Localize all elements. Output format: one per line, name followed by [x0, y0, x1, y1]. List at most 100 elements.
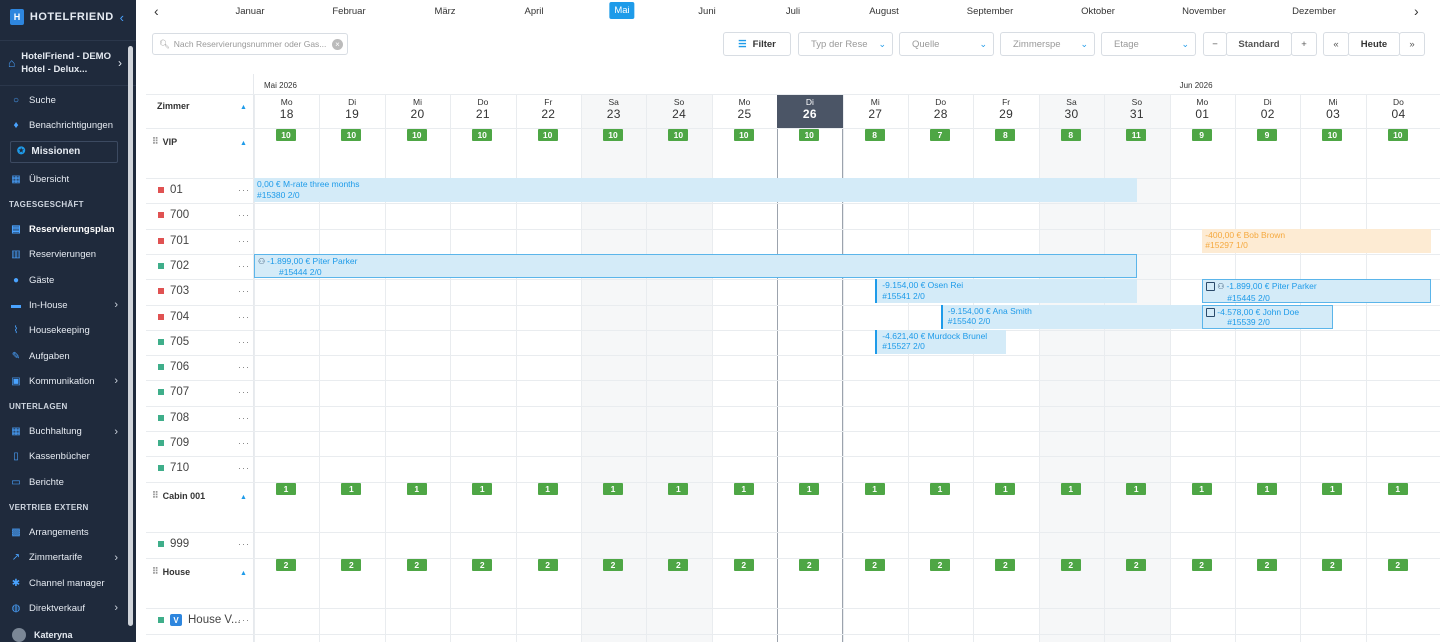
more-options-icon[interactable]: ···	[238, 261, 250, 271]
more-options-icon[interactable]: ···	[238, 615, 250, 625]
month-januar[interactable]: Januar	[235, 6, 264, 17]
month-juli[interactable]: Juli	[786, 6, 800, 17]
search-input[interactable]: 🔍︎ Nach Reservierungsnummer oder Gas... …	[152, 33, 348, 55]
reservation-bar[interactable]: -400,00 € Bob Brown #15297 1/0	[1202, 228, 1432, 253]
source-select[interactable]: Quelle ⌄	[899, 32, 994, 56]
sidebar-item-buchhaltung[interactable]: ▦ Buchhaltung ›	[0, 419, 124, 444]
prev-period-button[interactable]: «	[1323, 32, 1349, 56]
floor-select[interactable]: Etage ⌄	[1101, 32, 1196, 56]
availability-badge: 1	[406, 483, 427, 495]
room-row-label[interactable]: 01 ···	[158, 184, 250, 196]
sidebar-item-aufgaben[interactable]: ✎ Aufgaben	[0, 343, 124, 368]
month-august[interactable]: August	[869, 6, 899, 17]
sidebar-item-zimmertarife[interactable]: ↗ Zimmertarife ›	[0, 545, 124, 570]
room-group-cabin-001[interactable]: ⠿ Cabin 001	[152, 490, 205, 501]
reservation-type-select[interactable]: Typ der Rese ⌄	[798, 32, 893, 56]
month-februar[interactable]: Februar	[332, 6, 365, 17]
sidebar-item-inhouse[interactable]: ▬ In-House ›	[0, 293, 124, 318]
room-row-label[interactable]: 706 ···	[158, 361, 250, 373]
more-options-icon[interactable]: ···	[238, 286, 250, 296]
reservation-bar[interactable]: ⚇ -1.899,00 € Piter Parker #15445 2/0	[1202, 279, 1432, 304]
row-divider	[146, 456, 1440, 458]
sidebar-item-uebersicht[interactable]: ▦ Übersicht	[0, 167, 124, 192]
brand[interactable]: H HOTELFRIEND ‹	[0, 0, 136, 34]
zoom-in-button[interactable]: +	[1291, 32, 1317, 56]
drag-handle-icon[interactable]: ⠿	[152, 566, 159, 577]
day-number: 01	[1195, 107, 1210, 121]
collapse-caret-icon[interactable]: ▲	[240, 494, 247, 501]
sidebar-item-reservierungen[interactable]: ▥ Reservierungen	[0, 242, 124, 267]
next-period-button[interactable]: »	[1399, 32, 1425, 56]
today-button[interactable]: Heute	[1348, 32, 1400, 56]
reservation-bar[interactable]: -4.578,00 € John Doe #15539 2/0	[1202, 304, 1334, 329]
room-row-label[interactable]: 705 ···	[158, 336, 250, 348]
more-options-icon[interactable]: ···	[238, 387, 250, 397]
sidebar-item-housekeeping[interactable]: ⌇ Housekeeping	[0, 318, 124, 343]
room-features-select[interactable]: Zimmerspe ⌄	[1000, 32, 1095, 56]
more-options-icon[interactable]: ···	[238, 362, 250, 372]
prev-month-icon[interactable]: ‹	[154, 3, 159, 19]
more-options-icon[interactable]: ···	[238, 413, 250, 423]
sidebar-item-arrangements[interactable]: ▩ Arrangements	[0, 520, 124, 545]
sidebar-item-direktverkauf[interactable]: ◍ Direktverkauf ›	[0, 596, 124, 621]
drag-handle-icon[interactable]: ⠿	[152, 136, 159, 147]
sidebar-item-kommunikation[interactable]: ▣ Kommunikation ›	[0, 369, 124, 394]
hotel-switcher[interactable]: ⌂ HotelFriend - DEMO Hotel - Delux... ›	[0, 40, 136, 86]
clear-icon[interactable]: ×	[332, 38, 343, 50]
room-row-label[interactable]: 999 ···	[158, 538, 250, 550]
collapse-caret-icon[interactable]: ▲	[240, 570, 247, 577]
next-month-icon[interactable]: ›	[1414, 3, 1419, 19]
more-options-icon[interactable]: ···	[238, 463, 250, 473]
drag-handle-icon[interactable]: ⠿	[152, 490, 159, 501]
sidebar-item-kassenbuecher[interactable]: ▯ Kassenbücher	[0, 444, 124, 469]
month-september[interactable]: September	[967, 6, 1013, 17]
room-row-label[interactable]: V House V... ···	[158, 614, 250, 626]
missionen-button[interactable]: ✪ Missionen	[10, 140, 118, 163]
room-row-label[interactable]: 708 ···	[158, 412, 250, 424]
month-dezember[interactable]: Dezember	[1292, 6, 1336, 17]
room-row-label[interactable]: 702 ···	[158, 260, 250, 272]
collapse-sidebar-icon[interactable]: ‹	[120, 10, 124, 25]
room-group-house[interactable]: ⠿ House	[152, 566, 190, 577]
month-november[interactable]: November	[1182, 6, 1226, 17]
sidebar-item-suche[interactable]: ○ Suche	[0, 88, 124, 113]
more-options-icon[interactable]: ···	[238, 236, 250, 246]
day-number: 21	[475, 107, 490, 121]
room-row-label[interactable]: 707 ···	[158, 386, 250, 398]
room-row-label[interactable]: 704 ···	[158, 311, 250, 323]
sidebar-item-benachrichtigungen[interactable]: ♦ Benachrichtigungen	[0, 113, 124, 138]
more-options-icon[interactable]: ···	[238, 337, 250, 347]
room-group-vip[interactable]: ⠿ VIP	[152, 136, 177, 147]
room-row-label[interactable]: 710 ···	[158, 462, 250, 474]
month-juni[interactable]: Juni	[698, 6, 715, 17]
room-row-label[interactable]: 703 ···	[158, 285, 250, 297]
reservation-bar[interactable]: -9.154,00 € Ana Smith #15540 2/0	[940, 304, 1203, 329]
sidebar-item-reservierungsplan[interactable]: ▤ Reservierungsplan	[0, 217, 124, 242]
reservation-bar[interactable]: 0,00 € M-rate three months #15380 2/0	[254, 178, 1137, 202]
more-options-icon[interactable]: ···	[238, 185, 250, 195]
collapse-caret-icon[interactable]: ▲	[240, 140, 247, 147]
sidebar-item-gaeste[interactable]: ● Gäste	[0, 267, 124, 292]
more-options-icon[interactable]: ···	[238, 210, 250, 220]
room-row-label[interactable]: 700 ···	[158, 209, 250, 221]
more-options-icon[interactable]: ···	[238, 539, 250, 549]
zoom-out-button[interactable]: −	[1203, 32, 1227, 56]
book-icon: ▯	[13, 451, 19, 463]
room-row-label[interactable]: 709 ···	[158, 437, 250, 449]
reservation-bar[interactable]: ⚇ -1.899,00 € Piter Parker #15444 2/0	[254, 253, 1137, 278]
more-options-icon[interactable]: ···	[238, 438, 250, 448]
month-april[interactable]: April	[524, 6, 543, 17]
month-mai[interactable]: Mai	[609, 2, 635, 19]
room-row-label[interactable]: 701 ···	[158, 235, 250, 247]
sort-caret-icon[interactable]: ▲	[240, 104, 247, 111]
more-options-icon[interactable]: ···	[238, 312, 250, 322]
month-märz[interactable]: März	[434, 6, 455, 17]
sidebar-scrollbar[interactable]	[128, 46, 133, 626]
sidebar-item-channel-manager[interactable]: ✱ Channel manager	[0, 570, 124, 595]
reservation-bar[interactable]: -4.621,40 € Murdock Brunel #15527 2/0	[875, 329, 1007, 354]
sidebar-item-berichte[interactable]: ▭ Berichte	[0, 470, 124, 495]
reservation-bar[interactable]: -9.154,00 € Osen Rei #15541 2/0	[875, 279, 1137, 304]
user-profile[interactable]: Kateryna	[12, 628, 73, 642]
month-oktober[interactable]: Oktober	[1081, 6, 1115, 17]
filter-button[interactable]: ☰ Filter	[723, 32, 791, 56]
